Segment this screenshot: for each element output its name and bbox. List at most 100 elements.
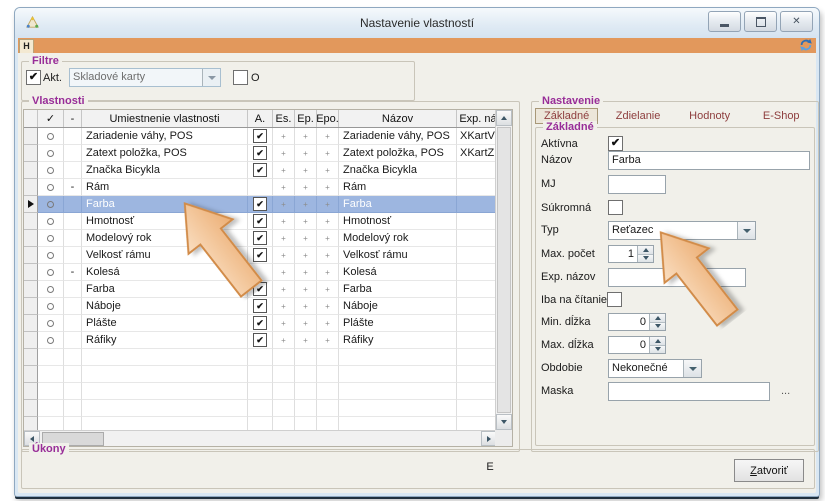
- spinner-buttons[interactable]: [649, 314, 665, 330]
- horizontal-scrollbar[interactable]: [24, 430, 497, 446]
- spinner-buttons[interactable]: [637, 246, 653, 262]
- maska-browse-button[interactable]: ...: [781, 385, 790, 397]
- spinner-down-button[interactable]: [638, 255, 653, 263]
- cell-active[interactable]: [248, 179, 273, 196]
- checkbox-icon[interactable]: ✔: [253, 129, 267, 143]
- cell-active[interactable]: ✔: [248, 281, 273, 298]
- checkbox-icon[interactable]: ✔: [253, 316, 267, 330]
- card-type-dropdown[interactable]: Skladové karty: [69, 68, 221, 87]
- iba-na-citanie-checkbox[interactable]: [607, 292, 622, 307]
- max-pocet-spinner[interactable]: 1: [608, 245, 654, 263]
- checkbox-icon[interactable]: ✔: [253, 197, 267, 211]
- row-selector-cell[interactable]: [24, 230, 38, 247]
- o-checkbox[interactable]: [233, 70, 248, 85]
- cell-active[interactable]: ✔: [248, 247, 273, 264]
- header-a[interactable]: A.: [248, 110, 273, 127]
- maska-input[interactable]: [608, 382, 770, 401]
- max-dlzka-spinner[interactable]: 0: [608, 336, 666, 354]
- table-row[interactable]: Plášte✔+++Plášte: [24, 315, 497, 332]
- cell-active[interactable]: ✔: [248, 145, 273, 162]
- exp-nazov-input[interactable]: [608, 268, 746, 287]
- cell-active[interactable]: ✔: [248, 213, 273, 230]
- table-row[interactable]: Náboje✔+++Náboje: [24, 298, 497, 315]
- scroll-down-button[interactable]: [496, 414, 512, 430]
- row-selector-cell[interactable]: [24, 179, 38, 196]
- table-row[interactable]: Zariadenie váhy, POS✔+++Zariadenie váhy,…: [24, 128, 497, 145]
- checkbox-icon[interactable]: ✔: [253, 146, 267, 160]
- min-dlzka-spinner[interactable]: 0: [608, 313, 666, 331]
- spinner-buttons[interactable]: [649, 337, 665, 353]
- row-selector-cell[interactable]: [24, 196, 38, 213]
- row-selector-cell[interactable]: [24, 315, 38, 332]
- header-umiestnenie[interactable]: Umiestnenie vlastnosti: [82, 110, 248, 127]
- row-selector-cell[interactable]: [24, 128, 38, 145]
- header-es[interactable]: Es.: [273, 110, 295, 127]
- maximize-button[interactable]: [744, 11, 777, 32]
- obdobie-dropdown[interactable]: Nekonečné: [608, 359, 702, 378]
- tab-hodnoty[interactable]: Hodnoty: [674, 110, 746, 122]
- spinner-up-button[interactable]: [638, 246, 653, 255]
- cell-active[interactable]: ✔: [248, 298, 273, 315]
- header-epo[interactable]: Epo.: [317, 110, 339, 127]
- cell-active[interactable]: ✔: [248, 332, 273, 349]
- scroll-up-button[interactable]: [496, 110, 512, 126]
- table-row[interactable]: Zatext položka, POS✔+++Zatext položka, P…: [24, 145, 497, 162]
- chevron-down-icon[interactable]: [737, 222, 755, 239]
- checkbox-icon[interactable]: ✔: [253, 163, 267, 177]
- table-row[interactable]: Farba✔+++Farba: [24, 196, 497, 213]
- cell-active[interactable]: ✔: [248, 230, 273, 247]
- row-selector-cell[interactable]: [24, 264, 38, 281]
- chevron-down-icon[interactable]: [202, 69, 220, 86]
- vertical-scroll-thumb[interactable]: [497, 127, 511, 413]
- table-row[interactable]: Velkosť rámu✔+++Velkosť rámu: [24, 247, 497, 264]
- row-selector-cell[interactable]: [24, 162, 38, 179]
- spinner-up-button[interactable]: [650, 314, 665, 323]
- close-button[interactable]: ✕: [780, 11, 813, 32]
- table-row[interactable]: Značka Bicykla✔+++Značka Bicykla: [24, 162, 497, 179]
- cell-active[interactable]: ✔: [248, 315, 273, 332]
- header-exp-nazov[interactable]: Exp. ná: [457, 110, 497, 127]
- table-row[interactable]: -Kolesá+++Kolesá: [24, 264, 497, 281]
- chevron-down-icon[interactable]: [683, 360, 701, 377]
- checkbox-icon[interactable]: ✔: [253, 231, 267, 245]
- mj-input[interactable]: [608, 175, 666, 194]
- cell-active[interactable]: [248, 264, 273, 281]
- refresh-icon[interactable]: [799, 38, 813, 52]
- row-selector-cell[interactable]: [24, 332, 38, 349]
- cell-active[interactable]: ✔: [248, 128, 273, 145]
- checkbox-icon[interactable]: ✔: [253, 282, 267, 296]
- row-selector-cell[interactable]: [24, 298, 38, 315]
- row-selector-cell[interactable]: [24, 145, 38, 162]
- zatvorit-button[interactable]: Zatvoriť: [734, 459, 804, 482]
- tab-zdielanie[interactable]: Zdielanie: [602, 110, 674, 122]
- cell-active[interactable]: ✔: [248, 196, 273, 213]
- header-check[interactable]: ✓: [38, 110, 64, 127]
- header-ep[interactable]: Ep.: [295, 110, 317, 127]
- row-selector-cell[interactable]: [24, 213, 38, 230]
- checkbox-icon[interactable]: ✔: [253, 299, 267, 313]
- typ-dropdown[interactable]: Reťazec: [608, 221, 756, 240]
- checkbox-icon[interactable]: ✔: [253, 248, 267, 262]
- header-nazov[interactable]: Názov: [339, 110, 457, 127]
- cell-active[interactable]: ✔: [248, 162, 273, 179]
- checkbox-icon[interactable]: ✔: [253, 214, 267, 228]
- aktivna-checkbox[interactable]: ✔: [608, 136, 623, 151]
- table-row[interactable]: Farba✔+++Farba: [24, 281, 497, 298]
- row-selector-cell[interactable]: [24, 281, 38, 298]
- sukromna-checkbox[interactable]: [608, 200, 623, 215]
- table-row[interactable]: Modelový rok✔+++Modelový rok: [24, 230, 497, 247]
- header-dash[interactable]: -: [64, 110, 82, 127]
- minimize-button[interactable]: [708, 11, 741, 32]
- spinner-down-button[interactable]: [650, 323, 665, 331]
- row-selector-cell[interactable]: [24, 247, 38, 264]
- checkbox-icon[interactable]: ✔: [253, 333, 267, 347]
- vertical-scrollbar[interactable]: [495, 110, 512, 430]
- spinner-down-button[interactable]: [650, 346, 665, 354]
- table-row[interactable]: -Rám+++Rám: [24, 179, 497, 196]
- tab-eshop[interactable]: E-Shop: [745, 110, 817, 122]
- akt-checkbox[interactable]: ✔: [26, 70, 41, 85]
- nazov-input[interactable]: Farba: [608, 151, 810, 170]
- h-button[interactable]: H: [19, 39, 34, 54]
- spinner-up-button[interactable]: [650, 337, 665, 346]
- table-row[interactable]: Hmotnosť✔+++Hmotnosť: [24, 213, 497, 230]
